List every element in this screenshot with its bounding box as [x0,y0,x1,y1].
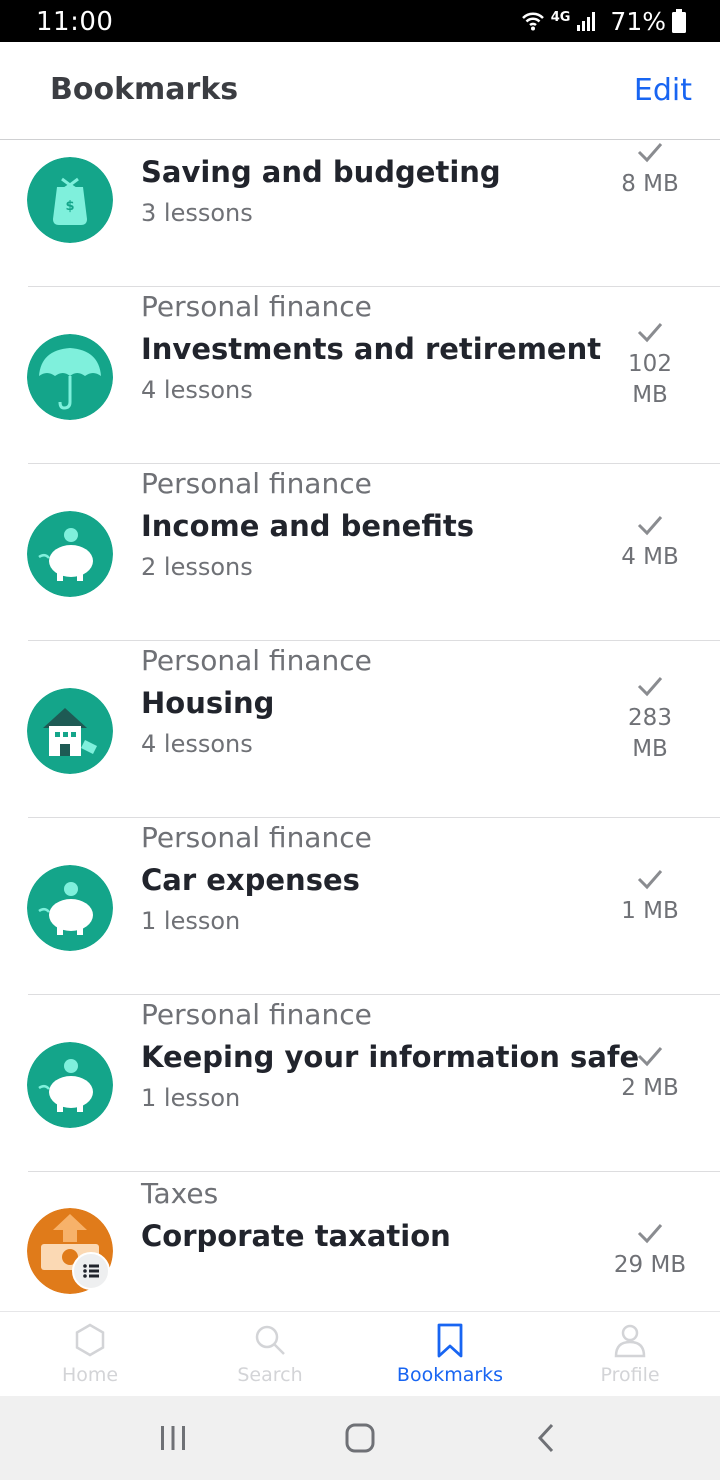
signal-icon [577,12,596,31]
lesson-subject: Personal finance [141,467,372,500]
lesson-title: Income and benefits [141,509,474,543]
tab-bookmarks-label: Bookmarks [396,1364,504,1386]
lesson-title: Car expenses [141,863,360,897]
downloaded-check-icon [637,143,663,163]
money-bag-icon: $ [27,157,113,243]
lesson-title: Investments and retirement [141,332,602,366]
battery-icon [672,9,686,33]
system-navigation-bar [0,1396,720,1480]
home-hexagon-icon [75,1323,105,1357]
list-item[interactable]: Taxes Corporate taxation 29 MB [0,1172,720,1311]
list-item[interactable]: Personal finance Keeping your informatio… [0,995,720,1172]
lesson-subject: Personal finance [141,644,372,677]
lesson-count: 4 lessons [141,376,253,404]
tab-home-label: Home [61,1364,119,1386]
edit-button[interactable]: Edit [634,73,692,108]
tab-bookmarks[interactable]: Bookmarks [360,1312,540,1397]
page-title: Bookmarks [50,72,239,107]
download-size: 8 MB [621,171,679,197]
tab-home[interactable]: Home [0,1312,180,1397]
piggy-bank-icon [27,865,113,951]
lesson-title: Corporate taxation [141,1219,451,1253]
piggy-bank-icon [27,1042,113,1128]
bookmark-icon [437,1323,463,1358]
lesson-subject: Personal finance [141,141,591,150]
umbrella-icon [27,334,113,420]
status-time: 11:00 [36,7,114,37]
profile-icon [614,1324,646,1358]
back-icon[interactable] [527,1418,567,1458]
status-icons: 4G 71% [521,6,686,36]
status-bar: 11:00 4G 71% [0,0,720,42]
wifi-icon [521,12,544,31]
bottom-navigation: Home Search Bookmarks Profile [0,1311,720,1396]
piggy-bank-icon [27,511,113,597]
download-size: 2 MB [621,1075,679,1101]
downloaded-check-icon [637,1224,663,1244]
list-item[interactable]: Personal finance Investments and retirem… [0,287,720,464]
tab-search-label: Search [237,1364,303,1386]
download-size: 29 MB [613,1252,687,1278]
lesson-subject: Personal finance [141,821,372,854]
lesson-title: Keeping your information safe [141,1040,640,1074]
tab-profile[interactable]: Profile [540,1312,720,1397]
lesson-count: 3 lessons [141,199,253,227]
download-size: 1 MB [621,898,679,924]
recents-icon[interactable] [153,1418,193,1458]
tab-search[interactable]: Search [180,1312,360,1397]
download-size: 4 MB [621,544,679,570]
tab-profile-label: Profile [600,1364,660,1386]
home-icon[interactable] [340,1418,380,1458]
downloaded-check-icon [637,870,663,890]
svg-text:$: $ [65,199,74,214]
lesson-subject: Personal finance [141,290,372,323]
house-icon [27,688,113,774]
list-item[interactable]: Personal finance Income and benefits 2 l… [0,464,720,641]
downloaded-check-icon [637,677,663,697]
download-size: 283 MB [628,705,672,762]
lesson-subject: Personal finance [141,998,372,1031]
downloaded-check-icon [637,323,663,343]
list-item[interactable]: $ Personal finance Saving and budgeting … [0,141,720,287]
lesson-count: 1 lesson [141,1084,241,1112]
lesson-subject: Taxes [141,1177,219,1210]
downloaded-check-icon [637,516,663,536]
list-item[interactable]: Personal finance Housing 4 lessons 283 M… [0,641,720,818]
lesson-title: Saving and budgeting [141,155,501,189]
lesson-count: 4 lessons [141,730,253,758]
lesson-title: Housing [141,686,275,720]
bookmarks-list[interactable]: $ Personal finance Saving and budgeting … [0,141,720,1311]
playlist-badge [72,1252,110,1290]
downloaded-check-icon [637,1047,663,1067]
lesson-count: 2 lessons [141,553,253,581]
download-size: 102 MB [628,351,672,408]
list-item[interactable]: Personal finance Car expenses 1 lesson 1… [0,818,720,995]
app-header: Bookmarks Edit [0,42,720,140]
lesson-count: 1 lesson [141,907,241,935]
battery-percent: 71% [610,6,666,36]
network-type: 4G [550,9,571,25]
list-icon [83,1264,99,1278]
search-icon [255,1325,285,1355]
